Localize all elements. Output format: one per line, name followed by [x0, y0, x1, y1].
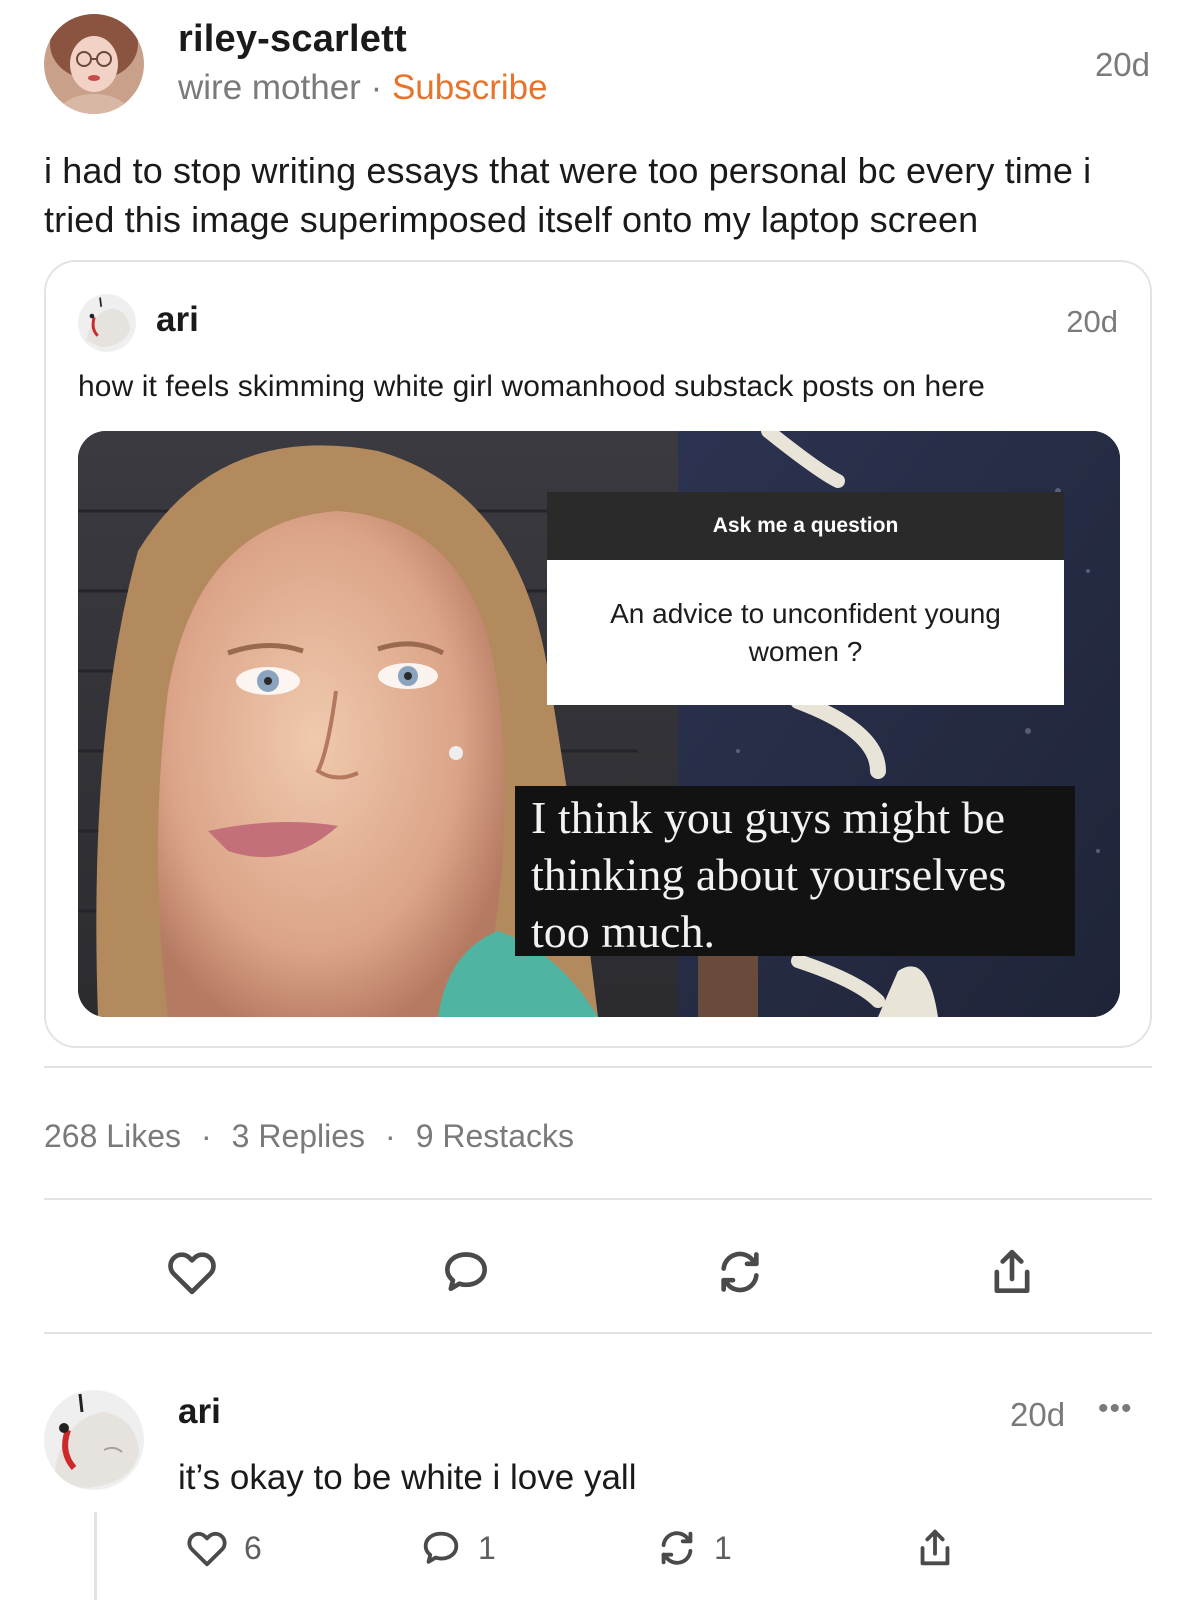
- divider-bottom: [44, 1332, 1152, 1334]
- quoted-author-avatar[interactable]: [78, 294, 136, 352]
- stats-separator: ·: [385, 1118, 396, 1154]
- like-button[interactable]: [162, 1242, 222, 1302]
- author-tagline: wire mother: [178, 68, 361, 107]
- subline-separator: ·: [370, 68, 383, 107]
- reply-like-button[interactable]: 6: [184, 1522, 262, 1574]
- meme-caption: I think you guys might be thinking about…: [515, 786, 1075, 957]
- reply-timestamp: 20d: [1010, 1396, 1066, 1433]
- comment-button[interactable]: [436, 1242, 496, 1302]
- reply-comment-button[interactable]: 1: [418, 1522, 496, 1574]
- quoted-timestamp: 20d: [1066, 304, 1118, 339]
- reply-like-count: 6: [244, 1529, 262, 1566]
- reply-body-text: it’s okay to be white i love yall: [178, 1458, 637, 1497]
- comment-icon: [445, 1252, 487, 1292]
- ask-question-header: Ask me a question: [547, 492, 1064, 560]
- reply-author-avatar[interactable]: [44, 1390, 144, 1490]
- ask-question-body: An advice to unconfident young women ?: [547, 560, 1064, 705]
- post-body-text: i had to stop writing essays that were t…: [44, 150, 1092, 240]
- post-timestamp: 20d: [1094, 46, 1150, 83]
- heart-icon: [168, 1252, 216, 1295]
- post-author-name[interactable]: riley-scarlett: [178, 18, 407, 61]
- reply-restack-button[interactable]: 1: [654, 1522, 732, 1574]
- quoted-note-card[interactable]: ari 20d how it feels skimming white girl…: [44, 260, 1152, 1048]
- share-icon: [920, 1529, 950, 1566]
- divider-top: [44, 1066, 1152, 1068]
- quoted-author-name[interactable]: ari: [156, 300, 199, 340]
- share-icon: [994, 1249, 1030, 1293]
- reply-restack-count: 1: [714, 1529, 732, 1566]
- heart-icon: [187, 1531, 227, 1567]
- share-button[interactable]: [982, 1242, 1042, 1302]
- reply-comment-count: 1: [478, 1529, 496, 1566]
- restack-button[interactable]: [710, 1242, 770, 1302]
- quoted-meme-image[interactable]: Ask me a question An advice to unconfide…: [78, 431, 1120, 1017]
- restack-icon: [661, 1531, 693, 1565]
- stats-separator: ·: [200, 1118, 212, 1154]
- divider-mid: [44, 1198, 1152, 1200]
- post-author-avatar[interactable]: [44, 14, 144, 114]
- reply-share-button[interactable]: [912, 1522, 958, 1574]
- post-author-subline: wire mother · Subscribe: [178, 68, 548, 108]
- reply-thread-line: [94, 1512, 97, 1600]
- replies-count[interactable]: 3 Replies: [232, 1118, 365, 1155]
- restack-icon: [721, 1251, 759, 1293]
- quoted-note-text: how it feels skimming white girl womanho…: [78, 370, 985, 403]
- more-options-icon[interactable]: •••: [1098, 1392, 1133, 1426]
- restacks-count[interactable]: 9 Restacks: [416, 1118, 574, 1155]
- comment-icon: [423, 1531, 459, 1564]
- reply-author-name[interactable]: ari: [178, 1392, 221, 1432]
- engagement-stats: 268 Likes · 3 Replies · 9 Restacks: [44, 1118, 574, 1155]
- subscribe-link[interactable]: Subscribe: [392, 68, 548, 107]
- likes-count[interactable]: 268 Likes: [44, 1118, 181, 1155]
